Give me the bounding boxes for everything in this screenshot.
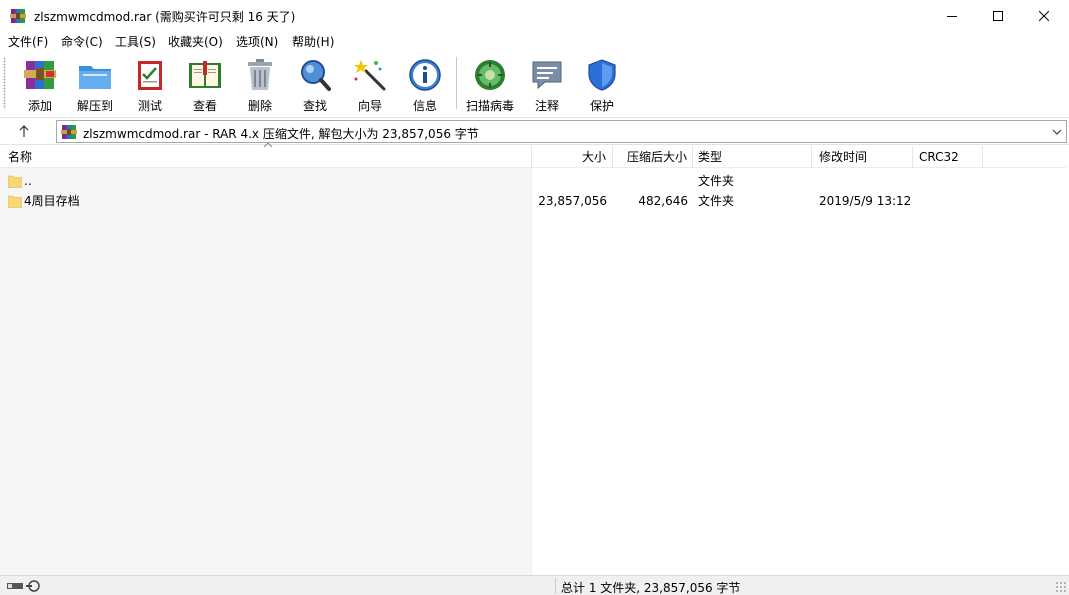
column-header-crc[interactable]: CRC32: [913, 146, 983, 168]
table-row[interactable]: .. 文件夹: [0, 171, 1066, 191]
toolbar: 添加 解压到 测试 查看 删除 查找 向导 信息 扫描病毒 注释 保护: [0, 51, 1069, 117]
column-packed-label: 压缩后大小: [626, 150, 687, 164]
shield-icon: [588, 59, 616, 91]
trash-icon: [248, 59, 272, 90]
row-packed: 482,646: [638, 194, 688, 208]
find-button[interactable]: 查找: [289, 55, 341, 115]
column-crc-label: CRC32: [919, 150, 959, 164]
winrar-window: zlszmwmcdmod.rar (需购买许可只剩 16 天了) 文件(F) 命…: [0, 0, 1069, 595]
close-icon: [1039, 10, 1049, 21]
rar-archive-icon: [61, 125, 77, 139]
toolbar-separator: [456, 57, 457, 109]
menu-favorites[interactable]: 收藏夹(O): [168, 33, 223, 50]
virus-scan-label: 扫描病毒: [465, 99, 514, 113]
status-text: 总计 1 文件夹, 23,857,056 字节: [561, 581, 741, 595]
column-divider: [531, 168, 532, 575]
column-size-label: 大小: [581, 150, 606, 164]
wizard-button[interactable]: 向导: [344, 55, 396, 115]
window-title: zlszmwmcdmod.rar (需购买许可只剩 16 天了): [34, 10, 296, 24]
minimize-button[interactable]: [929, 0, 975, 31]
row-modified: 2019/5/9 13:12: [819, 194, 912, 208]
address-bar: zlszmwmcdmod.rar - RAR 4.x 压缩文件, 解包大小为 2…: [0, 117, 1069, 145]
column-modified-label: 修改时间: [819, 150, 868, 164]
extract-to-button[interactable]: 解压到: [69, 55, 121, 115]
status-icons: [7, 580, 40, 592]
address-field[interactable]: zlszmwmcdmod.rar - RAR 4.x 压缩文件, 解包大小为 2…: [56, 120, 1067, 143]
column-header-name[interactable]: 名称: [0, 142, 532, 168]
view-book-icon: [189, 61, 221, 88]
arrow-up-icon: [19, 125, 29, 137]
info-label: 信息: [412, 99, 437, 113]
title-bar[interactable]: zlszmwmcdmod.rar (需购买许可只剩 16 天了): [0, 0, 1069, 31]
add-archive-icon: [24, 61, 56, 89]
info-icon: [409, 59, 441, 91]
menu-tools[interactable]: 工具(S): [115, 33, 156, 50]
row-type: 文件夹: [698, 174, 735, 188]
info-button[interactable]: 信息: [399, 55, 451, 115]
comment-button[interactable]: 注释: [521, 55, 573, 115]
column-header-type[interactable]: 类型: [693, 146, 812, 168]
status-bar: 总计 1 文件夹, 23,857,056 字节: [0, 575, 1069, 595]
status-separator: [555, 578, 556, 594]
test-icon: [138, 61, 162, 90]
list-header: 名称 大小 压缩后大小 类型 修改时间 CRC32: [0, 142, 1066, 168]
wizard-wand-icon: [354, 60, 386, 91]
folder-icon: [8, 175, 22, 188]
menu-help[interactable]: 帮助(H): [292, 33, 334, 50]
winrar-app-icon[interactable]: [10, 8, 26, 24]
comment-icon: [532, 61, 562, 90]
row-size: 23,857,056: [538, 194, 607, 208]
column-type-label: 类型: [698, 150, 723, 164]
column-name-label: 名称: [8, 150, 33, 164]
view-button[interactable]: 查看: [179, 55, 231, 115]
toolbar-grip[interactable]: [3, 57, 6, 109]
row-name: 4周目存档: [24, 194, 80, 208]
resize-grip[interactable]: [1055, 581, 1067, 593]
row-type: 文件夹: [698, 194, 735, 208]
maximize-icon: [993, 10, 1003, 21]
magnifier-icon: [301, 60, 331, 91]
column-header-modified[interactable]: 修改时间: [812, 146, 913, 168]
column-header-packed[interactable]: 压缩后大小: [613, 146, 693, 168]
menu-commands[interactable]: 命令(C): [61, 33, 103, 50]
chevron-down-icon: [1052, 129, 1062, 135]
minimize-icon: [947, 15, 957, 17]
address-dropdown[interactable]: [1050, 124, 1064, 140]
maximize-button[interactable]: [975, 0, 1021, 31]
name-column-background: [0, 168, 531, 575]
test-button[interactable]: 测试: [124, 55, 176, 115]
protect-button[interactable]: 保护: [576, 55, 628, 115]
delete-button[interactable]: 删除: [234, 55, 286, 115]
row-packed: [613, 171, 688, 191]
protect-label: 保护: [589, 99, 614, 113]
add-button[interactable]: 添加: [14, 55, 66, 115]
column-header-size[interactable]: 大小: [532, 146, 613, 168]
close-button[interactable]: [1021, 0, 1067, 31]
menu-bar: 文件(F) 命令(C) 工具(S) 收藏夹(O) 选项(N) 帮助(H): [0, 31, 1069, 51]
menu-options[interactable]: 选项(N): [236, 33, 278, 50]
extract-to-icon: [79, 66, 111, 89]
up-folder-button[interactable]: [8, 121, 40, 141]
table-row[interactable]: 4周目存档 23,857,056 482,646 文件夹 2019/5/9 13…: [0, 191, 1066, 211]
folder-icon: [8, 195, 22, 208]
virus-scan-button[interactable]: 扫描病毒: [464, 55, 516, 115]
file-list[interactable]: 名称 大小 压缩后大小 类型 修改时间 CRC32 .. 文件夹 4周目存档 2…: [0, 142, 1069, 575]
virus-scan-icon: [475, 60, 505, 90]
menu-file[interactable]: 文件(F): [8, 33, 48, 50]
row-name: ..: [24, 174, 32, 188]
sort-ascending-icon: [263, 142, 273, 148]
address-text: zlszmwmcdmod.rar - RAR 4.x 压缩文件, 解包大小为 2…: [83, 127, 479, 141]
row-size: [532, 171, 607, 191]
